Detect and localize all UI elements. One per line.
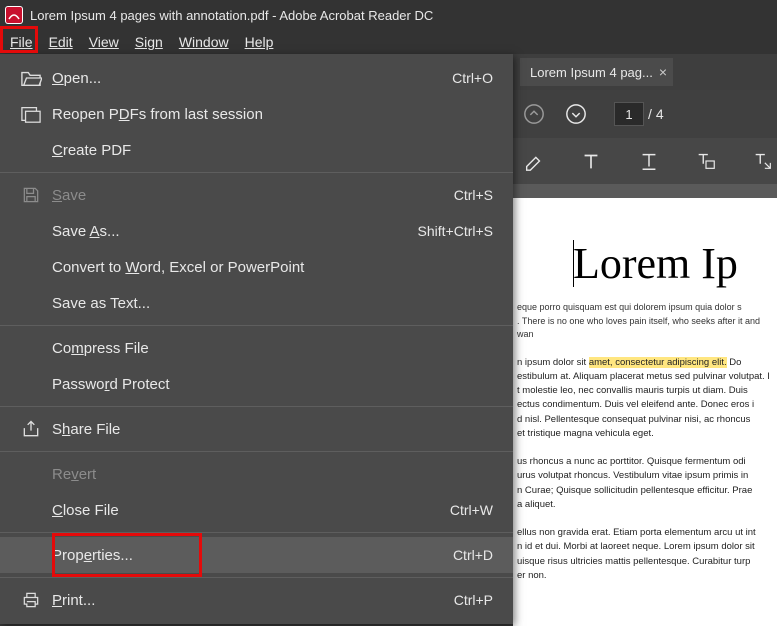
titlebar: Lorem Ipsum 4 pages with annotation.pdf … — [0, 0, 777, 30]
menu-create-pdf[interactable]: Create PDF — [0, 132, 513, 168]
menu-sign[interactable]: Sign — [127, 32, 171, 52]
menu-window[interactable]: Window — [171, 32, 237, 52]
highlight-tool-icon[interactable] — [520, 147, 547, 175]
menu-save-text[interactable]: Save as Text... — [0, 285, 513, 321]
document-tab[interactable]: Lorem Ipsum 4 pag... × — [520, 58, 673, 86]
page-current-input[interactable] — [614, 102, 644, 126]
menu-save-as[interactable]: Save As... Shift+Ctrl+S — [0, 213, 513, 249]
acrobat-app-icon — [4, 5, 24, 25]
menu-convert[interactable]: Convert to Word, Excel or PowerPoint — [0, 249, 513, 285]
menubar: File Edit View Sign Window Help — [0, 30, 777, 54]
menu-properties[interactable]: Properties... Ctrl+D — [0, 537, 513, 573]
save-icon — [10, 185, 52, 205]
menu-compress[interactable]: Compress File — [0, 330, 513, 366]
document-subtitle: eque porro quisquam est qui dolorem ipsu… — [513, 301, 777, 342]
menu-share[interactable]: Share File — [0, 411, 513, 447]
text-callout-tool-icon[interactable] — [750, 147, 777, 175]
page-indicator: / 4 — [614, 102, 664, 126]
menu-reopen[interactable]: Reopen PDFs from last session — [0, 96, 513, 132]
menu-close-file[interactable]: Close File Ctrl+W — [0, 492, 513, 528]
text-tool-icon[interactable] — [577, 147, 604, 175]
document-paragraph-3: ellus non gravida erat. Etiam porta elem… — [513, 526, 777, 583]
menu-file[interactable]: File — [2, 32, 41, 52]
menu-separator — [0, 532, 513, 533]
menu-print[interactable]: Print... Ctrl+P — [0, 582, 513, 618]
underline-tool-icon[interactable] — [635, 147, 662, 175]
document-title: Lorem Ip — [513, 238, 777, 289]
menu-revert: Revert — [0, 456, 513, 492]
menu-save: Save Ctrl+S — [0, 177, 513, 213]
menu-separator — [0, 451, 513, 452]
file-dropdown-menu: Open... Ctrl+O Reopen PDFs from last ses… — [0, 54, 513, 624]
document-viewport[interactable]: Lorem Ip eque porro quisquam est qui dol… — [513, 184, 777, 626]
menu-password-protect[interactable]: Password Protect — [0, 366, 513, 402]
menu-separator — [0, 406, 513, 407]
highlighted-text: amet, consectetur adipiscing elit. — [589, 357, 727, 368]
close-tab-icon[interactable]: × — [659, 64, 667, 80]
menu-open[interactable]: Open... Ctrl+O — [0, 60, 513, 96]
folder-open-icon — [10, 68, 52, 88]
menu-separator — [0, 172, 513, 173]
reopen-icon — [10, 104, 52, 124]
document-page: Lorem Ip eque porro quisquam est qui dol… — [513, 198, 777, 626]
page-down-icon[interactable] — [562, 100, 590, 128]
print-icon — [10, 590, 52, 610]
menu-separator — [0, 577, 513, 578]
document-paragraph-1: n ipsum dolor sit amet, consectetur adip… — [513, 356, 777, 442]
menu-edit[interactable]: Edit — [41, 32, 81, 52]
page-up-icon[interactable] — [520, 100, 548, 128]
text-box-tool-icon[interactable] — [692, 147, 719, 175]
document-paragraph-2: us rhoncus a nunc ac porttitor. Quisque … — [513, 455, 777, 512]
menu-view[interactable]: View — [81, 32, 127, 52]
menu-separator — [0, 325, 513, 326]
tab-label: Lorem Ipsum 4 pag... — [530, 65, 653, 80]
page-total: 4 — [656, 106, 664, 122]
page-sep: / — [648, 106, 652, 122]
share-icon — [10, 419, 52, 439]
window-title: Lorem Ipsum 4 pages with annotation.pdf … — [30, 8, 433, 23]
menu-help[interactable]: Help — [237, 32, 282, 52]
